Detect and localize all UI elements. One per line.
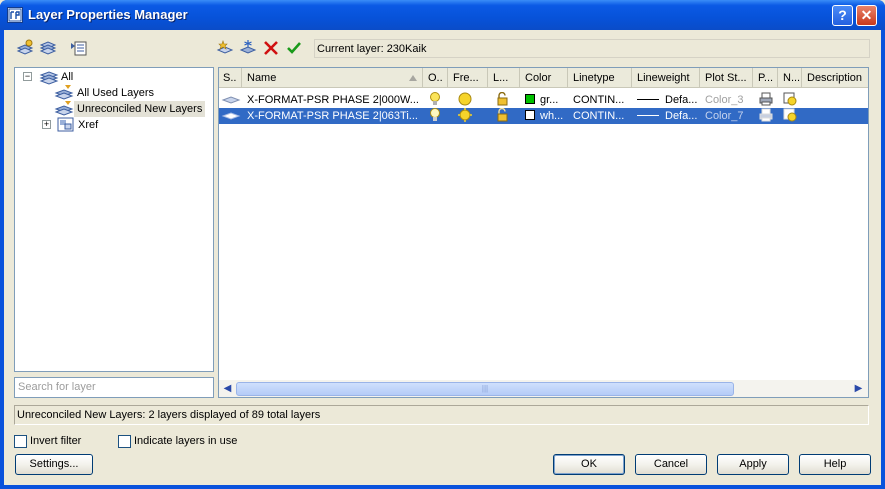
printer-icon[interactable]: [753, 108, 778, 124]
lineweight-sample: [637, 99, 659, 100]
lineweight-value: Defa...: [665, 94, 698, 106]
scroll-thumb[interactable]: |||: [236, 382, 734, 396]
sun-icon[interactable]: [448, 108, 488, 124]
new-layer-vp-frozen-icon[interactable]: [239, 39, 257, 57]
column-lineweight[interactable]: Lineweight: [632, 68, 700, 88]
column-header: S.. Name O.. Fre... L... Color Linetype …: [219, 68, 868, 88]
plot-style: Color_3: [705, 94, 744, 106]
tree-item-xref[interactable]: + Xref: [20, 117, 170, 133]
scroll-right-arrow[interactable]: ▶: [851, 381, 866, 396]
column-linetype[interactable]: Linetype: [568, 68, 632, 88]
new-vp-freeze-icon[interactable]: [778, 108, 802, 124]
xref-icon: [57, 117, 75, 138]
layer-name[interactable]: X-FORMAT-PSR PHASE 2|063Ti...: [242, 108, 423, 124]
lineweight-cell[interactable]: Defa...: [632, 92, 700, 108]
column-description[interactable]: Description: [802, 68, 868, 88]
column-name[interactable]: Name: [242, 68, 423, 88]
column-on[interactable]: O..: [423, 68, 448, 88]
tree-item-all[interactable]: − All: [20, 69, 210, 85]
help-button[interactable]: Help: [799, 454, 871, 475]
dialog-client: Current layer: 230Kaik − All All Used La…: [4, 30, 881, 485]
expand-toggle[interactable]: +: [42, 120, 51, 129]
color-name: wh...: [540, 110, 564, 122]
description[interactable]: [802, 108, 868, 124]
tree-label: Xref: [78, 119, 99, 131]
column-plot[interactable]: P...: [753, 68, 778, 88]
layer-states-manager-icon[interactable]: [70, 39, 88, 57]
lightbulb-icon[interactable]: [423, 108, 448, 124]
color-swatch: [525, 94, 535, 104]
color-swatch: [525, 110, 535, 120]
layer-name[interactable]: X-FORMAT-PSR PHASE 2|000W...: [242, 92, 423, 108]
lightbulb-icon[interactable]: [423, 92, 448, 108]
linetype[interactable]: CONTIN...: [568, 92, 632, 108]
description[interactable]: [802, 92, 868, 108]
invert-filter-checkbox[interactable]: [14, 435, 27, 448]
new-property-filter-icon[interactable]: [16, 39, 34, 57]
column-lock[interactable]: L...: [488, 68, 520, 88]
color-name: gr...: [540, 94, 559, 106]
apply-button[interactable]: Apply: [717, 454, 789, 475]
indicate-layers-label[interactable]: Indicate layers in use: [134, 435, 237, 447]
column-color[interactable]: Color: [520, 68, 568, 88]
column-label: Name: [247, 72, 277, 84]
delete-layer-icon[interactable]: [262, 39, 280, 57]
printer-icon[interactable]: [753, 92, 778, 108]
indicate-layers-checkbox[interactable]: [118, 435, 131, 448]
tree-label: All Used Layers: [77, 87, 155, 99]
app-icon: [7, 7, 23, 23]
search-layer-input[interactable]: Search for layer: [14, 377, 214, 398]
column-status[interactable]: S..: [219, 68, 242, 88]
column-new-vp-freeze[interactable]: N...: [778, 68, 802, 88]
unlock-icon[interactable]: [488, 108, 520, 124]
tree-item-unreconciled-new-layers[interactable]: Unreconciled New Layers: [54, 101, 210, 117]
settings-button[interactable]: Settings...: [15, 454, 93, 475]
lineweight-value: Defa...: [665, 110, 698, 122]
tree-label: Unreconciled New Layers: [74, 101, 206, 117]
close-button[interactable]: ✕: [856, 5, 877, 26]
invert-filter-label[interactable]: Invert filter: [30, 435, 81, 447]
column-plot-style[interactable]: Plot St...: [700, 68, 753, 88]
layer-list[interactable]: S.. Name O.. Fre... L... Color Linetype …: [218, 67, 869, 398]
set-current-icon[interactable]: [285, 39, 303, 57]
lineweight-cell[interactable]: Defa...: [632, 108, 700, 124]
color-cell[interactable]: gr...: [520, 92, 568, 108]
column-freeze[interactable]: Fre...: [448, 68, 488, 88]
scroll-left-arrow[interactable]: ◀: [220, 381, 235, 396]
tree-item-all-used-layers[interactable]: All Used Layers: [54, 85, 205, 101]
unlock-icon[interactable]: [488, 92, 520, 108]
horizontal-scrollbar[interactable]: ◀ ||| ▶: [219, 379, 868, 397]
sort-ascending-icon: [409, 75, 417, 81]
sun-icon[interactable]: [448, 92, 488, 108]
plot-style: Color_7: [705, 110, 744, 122]
current-layer-display: Current layer: 230Kaik: [314, 39, 870, 58]
window-title: Layer Properties Manager: [28, 7, 188, 22]
new-group-filter-icon[interactable]: [39, 39, 57, 57]
title-bar[interactable]: Layer Properties Manager ? ✕: [0, 0, 885, 30]
dialog-window: Layer Properties Manager ? ✕ Current lay…: [0, 0, 885, 489]
layer-status-icon: [219, 92, 242, 108]
layer-status-icon: [219, 108, 242, 124]
table-row-selected[interactable]: X-FORMAT-PSR PHASE 2|063Ti... wh... CONT…: [219, 108, 868, 124]
table-row[interactable]: X-FORMAT-PSR PHASE 2|000W... gr... CONTI…: [219, 92, 868, 108]
filter-tree[interactable]: − All All Used Layers Unreconciled New L…: [14, 67, 214, 372]
color-cell[interactable]: wh...: [520, 108, 568, 124]
status-bar: Unreconciled New Layers: 2 layers displa…: [14, 405, 869, 425]
collapse-toggle[interactable]: −: [23, 72, 32, 81]
help-title-button[interactable]: ?: [832, 5, 853, 26]
linetype[interactable]: CONTIN...: [568, 108, 632, 124]
ok-button[interactable]: OK: [553, 454, 625, 475]
new-vp-freeze-icon[interactable]: [778, 92, 802, 108]
lineweight-sample: [637, 115, 659, 116]
cancel-button[interactable]: Cancel: [635, 454, 707, 475]
tree-label: All: [61, 71, 74, 83]
new-layer-icon[interactable]: [216, 39, 234, 57]
